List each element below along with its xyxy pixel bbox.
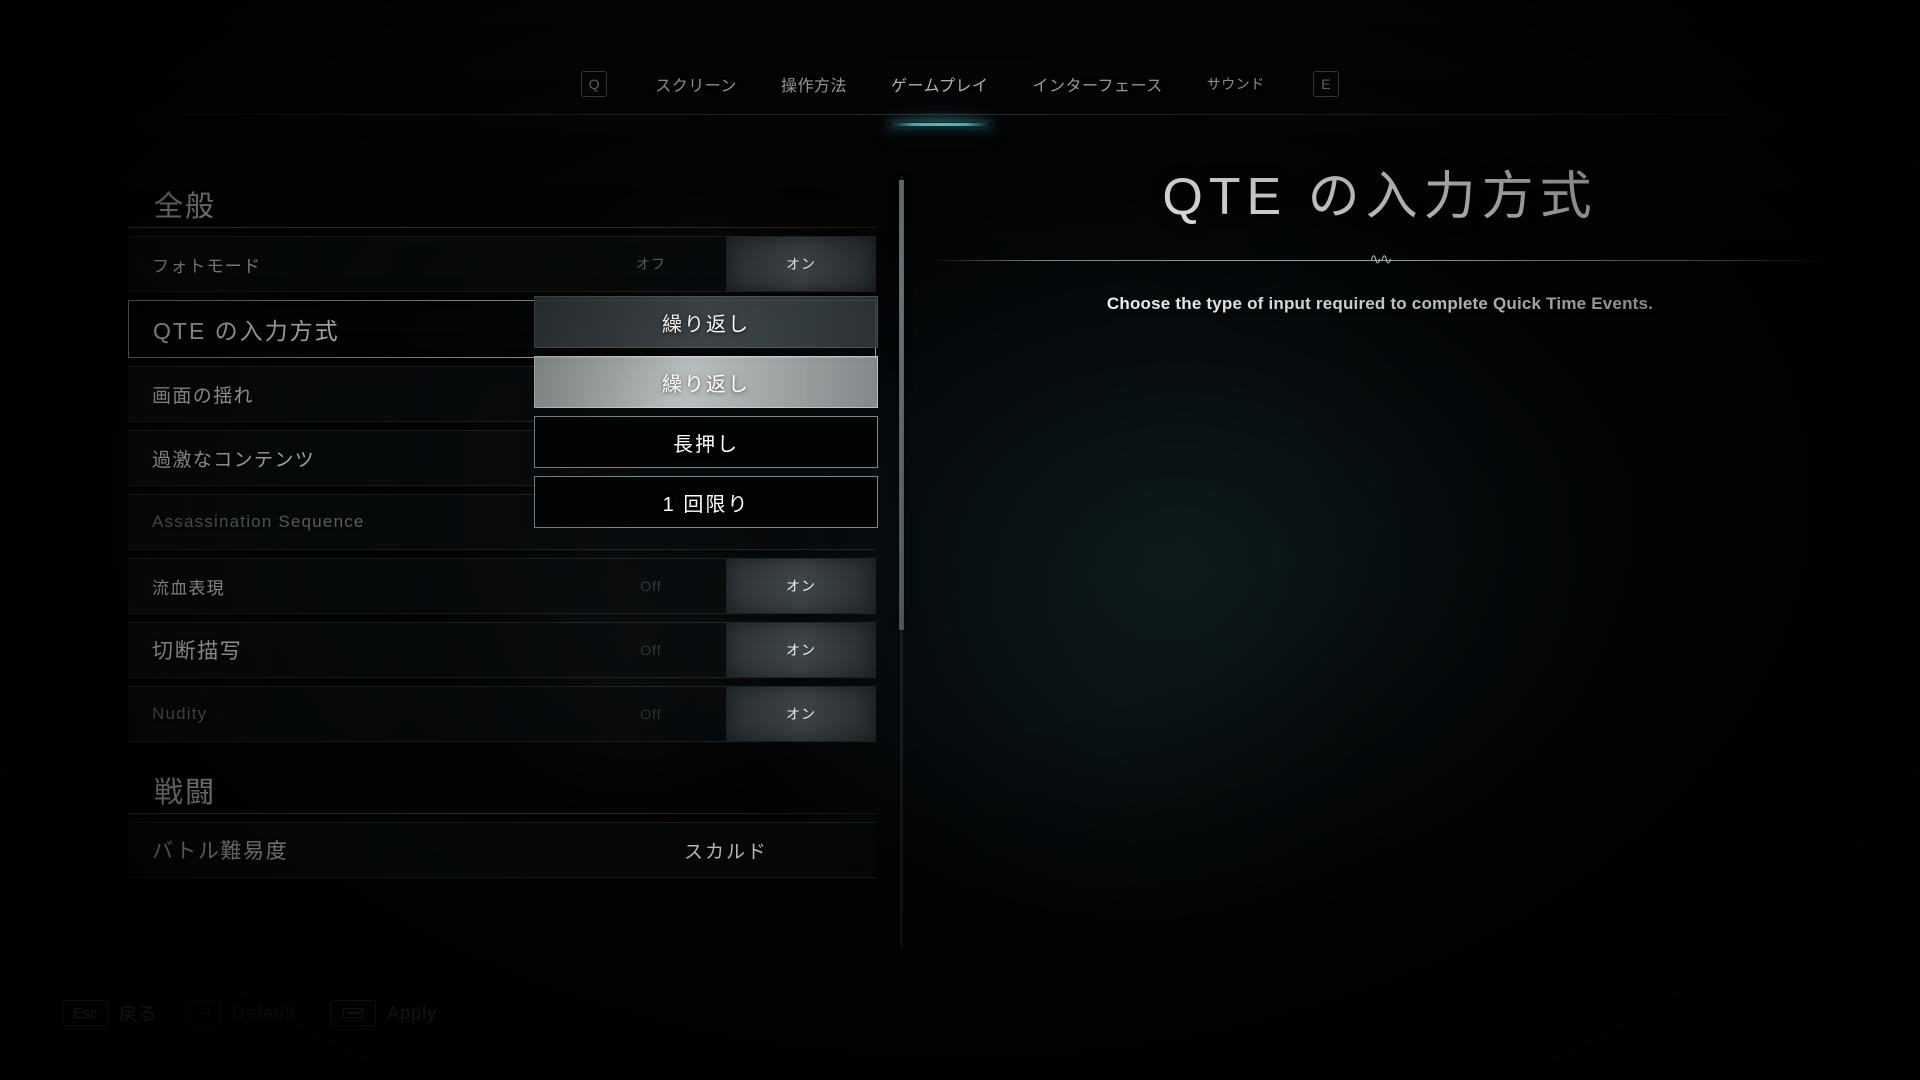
setting-row-photo-mode[interactable]: フォトモード オフ オン: [128, 236, 876, 292]
setting-label: 画面の揺れ: [152, 385, 255, 407]
setting-label: 切断描写: [152, 640, 243, 663]
section-title: 全般: [154, 191, 217, 223]
esc-key-icon: Esc: [62, 1000, 108, 1026]
detail-panel: QTE の入力方式 ∿∿ Choose the type of input re…: [930, 168, 1830, 314]
r-key-icon: R: [191, 1000, 221, 1026]
tab-controls[interactable]: 操作方法: [759, 64, 869, 104]
section-header-combat: 戦闘: [128, 762, 876, 814]
toggle-option-off[interactable]: Off: [576, 559, 726, 613]
setting-label: Assassination Sequence: [152, 512, 365, 531]
section-divider: [128, 813, 876, 814]
setting-label: バトル難易度: [152, 840, 289, 863]
section-title: 戦闘: [154, 777, 217, 809]
toggle-option-on[interactable]: オン: [726, 559, 876, 613]
tab-screen-label: スクリーン: [655, 78, 737, 95]
apply-label: Apply: [387, 1002, 438, 1023]
dropdown-option-highlighted[interactable]: 繰り返し: [534, 356, 878, 408]
setting-row-blood[interactable]: 流血表現 Off オン: [128, 558, 876, 614]
toggle-nudity[interactable]: Off オン: [576, 687, 876, 741]
toggle-blood[interactable]: Off オン: [576, 559, 876, 613]
toggle-option-off[interactable]: Off: [576, 623, 726, 677]
detail-description: Choose the type of input required to com…: [1106, 293, 1654, 313]
toggle-option-on[interactable]: オン: [726, 237, 876, 291]
tab-sound-label: サウンド: [1206, 76, 1265, 92]
settings-list: 全般 フォトモード オフ オン QTE の入力方式 画面の揺れ 過激なコンテンツ…: [128, 176, 876, 948]
setting-label: 流血表現: [152, 578, 225, 598]
enter-key-icon: [330, 1000, 377, 1026]
section-header-general: 全般: [128, 176, 876, 228]
setting-row-battle-difficulty[interactable]: バトル難易度 スカルド: [128, 822, 876, 878]
tab-gameplay[interactable]: ゲームプレイ: [864, 64, 1015, 126]
tab-interface[interactable]: インターフェース: [1011, 64, 1185, 104]
setting-row-dismemberment[interactable]: 切断描写 Off オン: [128, 622, 876, 678]
apply-action[interactable]: Apply: [330, 1000, 437, 1026]
settings-screen: Q スクリーン 操作方法 ゲームプレイ インターフェース サウンド E 全般 フ…: [0, 0, 1920, 1080]
tab-interface-label: インターフェース: [1032, 78, 1163, 95]
dropdown-option-hold[interactable]: 長押し: [534, 416, 878, 468]
toggle-option-off[interactable]: Off: [576, 687, 726, 741]
prev-tab-key-icon[interactable]: Q: [581, 71, 608, 97]
setting-label: フォトモード: [152, 256, 262, 276]
qte-input-type-dropdown[interactable]: 繰り返し 繰り返し 長押し 1 回限り: [534, 296, 878, 536]
setting-label: QTE の入力方式: [153, 318, 340, 344]
tab-controls-label: 操作方法: [780, 78, 847, 95]
tab-sound[interactable]: サウンド: [1185, 66, 1287, 102]
toggle-option-off[interactable]: オフ: [576, 237, 726, 291]
divider-ornament-icon: ∿∿: [1369, 250, 1392, 268]
section-divider: [128, 227, 876, 228]
next-tab-key-icon[interactable]: E: [1312, 71, 1339, 97]
tab-gameplay-label: ゲームプレイ: [890, 78, 989, 95]
bottom-action-bar: Esc 戻る R Default Apply: [62, 1000, 437, 1026]
detail-title: QTE の入力方式: [1162, 168, 1598, 226]
setting-label: 過激なコンテンツ: [152, 449, 316, 471]
default-action[interactable]: R Default: [191, 1000, 296, 1026]
enter-glyph-icon: [343, 1008, 364, 1018]
tab-screen[interactable]: スクリーン: [633, 64, 759, 104]
settings-tab-bar: Q スクリーン 操作方法 ゲームプレイ インターフェース サウンド E: [0, 52, 1920, 126]
detail-divider: ∿∿: [930, 250, 1830, 268]
settings-scrollbar-thumb[interactable]: [899, 180, 904, 630]
dropdown-option-once[interactable]: 1 回限り: [534, 476, 878, 528]
back-action[interactable]: Esc 戻る: [62, 1000, 157, 1026]
toggle-photo-mode[interactable]: オフ オン: [576, 237, 876, 291]
dropdown-option-selected[interactable]: 繰り返し: [534, 296, 878, 348]
default-label: Default: [232, 1002, 297, 1023]
toggle-dismemberment[interactable]: Off オン: [576, 623, 876, 677]
tab-bar-divider: [40, 114, 1880, 115]
toggle-option-on[interactable]: オン: [726, 687, 876, 741]
back-label: 戻る: [119, 1004, 157, 1024]
setting-label: Nudity: [152, 704, 208, 723]
toggle-option-on[interactable]: オン: [726, 623, 876, 677]
setting-value[interactable]: スカルド: [576, 823, 876, 877]
setting-row-nudity[interactable]: Nudity Off オン: [128, 686, 876, 742]
tab-active-indicator: [887, 123, 992, 126]
